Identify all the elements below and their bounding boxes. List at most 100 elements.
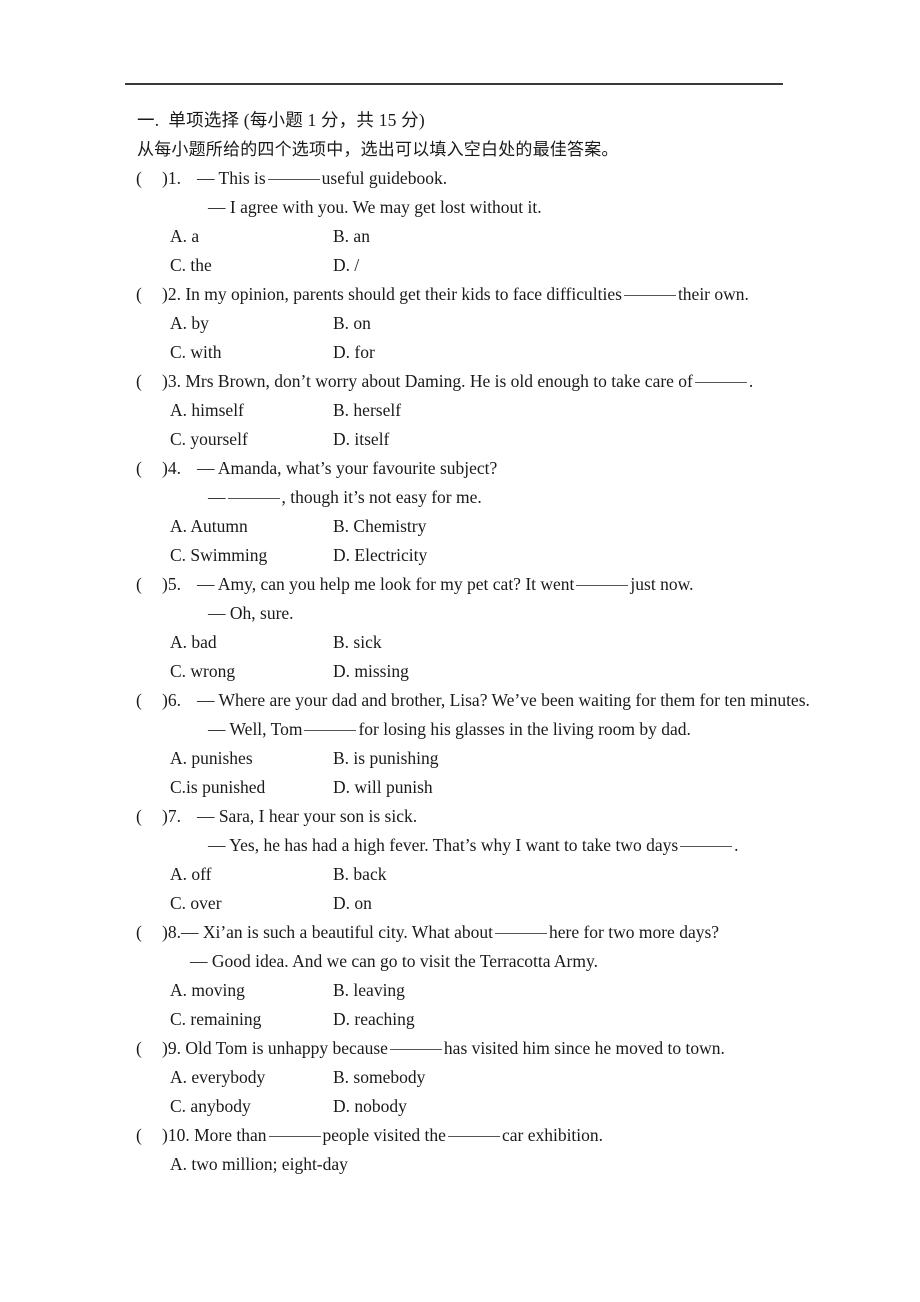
question-3-option-c[interactable]: C. yourself (170, 425, 333, 454)
question-2-option-d[interactable]: D. for (333, 338, 375, 367)
question-9-stem: ()9. Old Tom is unhappy because has visit… (0, 1034, 920, 1063)
question-9-text-before: Old Tom is unhappy because (185, 1038, 388, 1058)
question-4-option-b[interactable]: B. Chemistry (333, 512, 426, 541)
question-6-option-c[interactable]: C.is punished (170, 773, 333, 802)
question-1-option-b[interactable]: B. an (333, 222, 370, 251)
question-3-option-a[interactable]: A. himself (170, 396, 333, 425)
question-8-text-before: — Xi’an is such a beautiful city. What a… (180, 922, 493, 942)
question-2-text-before: In my opinion, parents should get their … (185, 284, 622, 304)
question-3-options-row-2: C. yourself D. itself (0, 425, 920, 454)
question-6-options-row-1: A. punishes B. is punishing (0, 744, 920, 773)
answer-paren-open-7: ( (136, 806, 142, 826)
question-4-number: 4. (167, 458, 181, 478)
question-4-second-before: — (208, 487, 226, 507)
question-9-blank (389, 1049, 442, 1050)
question-8-blank (494, 933, 547, 934)
question-2-stem: ()2. In my opinion, parents should get t… (0, 280, 920, 309)
question-7-option-c[interactable]: C. over (170, 889, 333, 918)
question-10-stem: ()10. More than people visited the car exh… (0, 1121, 920, 1150)
question-2-options-row-2: C. with D. for (0, 338, 920, 367)
header-rule (125, 83, 783, 85)
answer-paren-open-10: ( (136, 1125, 142, 1145)
question-8-option-c[interactable]: C. remaining (170, 1005, 333, 1034)
question-1-text-before: — This is (196, 168, 266, 188)
question-3-option-b[interactable]: B. herself (333, 396, 401, 425)
question-4-second-line: — , though it’s not easy for me. (0, 483, 920, 512)
question-9-option-b[interactable]: B. somebody (333, 1063, 425, 1092)
question-1-option-c[interactable]: C. the (170, 251, 333, 280)
answer-paren-open-9: ( (136, 1038, 142, 1058)
question-6-second-after: for losing his glasses in the living roo… (358, 719, 691, 739)
question-5-stem: ()5. — Amy, can you help me look for my p… (0, 570, 920, 599)
question-3-blank (694, 382, 747, 383)
question-8-option-d[interactable]: D. reaching (333, 1005, 415, 1034)
question-4-blank (227, 498, 280, 499)
question-10-options-row-1: A. two million; eight-day (0, 1150, 920, 1179)
question-8-option-a[interactable]: A. moving (170, 976, 333, 1005)
question-5-option-c[interactable]: C. wrong (170, 657, 333, 686)
question-9-options-row-1: A. everybody B. somebody (0, 1063, 920, 1092)
document-page: 一. 单项选择 (每小题 1 分，共 15 分) 从每小题所给的四个选项中，选出… (0, 0, 920, 1302)
question-7-option-a[interactable]: A. off (170, 860, 333, 889)
question-8-options-row-2: C. remaining D. reaching (0, 1005, 920, 1034)
question-8-options-row-1: A. moving B. leaving (0, 976, 920, 1005)
question-3-option-d[interactable]: D. itself (333, 425, 389, 454)
answer-paren-open-1: ( (136, 168, 142, 188)
question-5-option-a[interactable]: A. bad (170, 628, 333, 657)
question-4-second-after: , though it’s not easy for me. (281, 487, 482, 507)
question-2-option-c[interactable]: C. with (170, 338, 333, 367)
question-5-text-after: just now. (630, 574, 694, 594)
question-9-option-d[interactable]: D. nobody (333, 1092, 407, 1121)
question-1-second-line: — I agree with you. We may get lost with… (208, 197, 542, 217)
question-7-second-after: . (734, 835, 739, 855)
question-9-text-after: has visited him since he moved to town. (443, 1038, 725, 1058)
document-content: 一. 单项选择 (每小题 1 分，共 15 分) 从每小题所给的四个选项中，选出… (0, 106, 920, 1179)
question-1-option-a[interactable]: A. a (170, 222, 333, 251)
question-1-stem: ()1. — This is useful guidebook. (0, 164, 920, 193)
question-5-option-d[interactable]: D. missing (333, 657, 409, 686)
question-5-option-b[interactable]: B. sick (333, 628, 382, 657)
question-2-number: 2. (167, 284, 181, 304)
question-1-option-d[interactable]: D. / (333, 251, 359, 280)
question-10-number: 10. (167, 1125, 190, 1145)
question-4-options-row-2: C. Swimming D. Electricity (0, 541, 920, 570)
question-6-option-d[interactable]: D. will punish (333, 773, 433, 802)
question-4-option-c[interactable]: C. Swimming (170, 541, 333, 570)
question-10-text-middle: people visited the (322, 1125, 446, 1145)
question-7-option-d[interactable]: D. on (333, 889, 372, 918)
question-4-option-a[interactable]: A. Autumn (170, 512, 333, 541)
question-4-options-row-1: A. Autumn B. Chemistry (0, 512, 920, 541)
question-10-option-a[interactable]: A. two million; eight-day (170, 1150, 348, 1179)
question-5-number: 5. (167, 574, 181, 594)
question-9-options-row-2: C. anybody D. nobody (0, 1092, 920, 1121)
question-4-option-d[interactable]: D. Electricity (333, 541, 427, 570)
question-6-option-a[interactable]: A. punishes (170, 744, 333, 773)
question-7-number: 7. (167, 806, 181, 826)
answer-paren-open-3: ( (136, 371, 142, 391)
question-2-option-a[interactable]: A. by (170, 309, 333, 338)
question-2-text-after: their own. (677, 284, 749, 304)
question-6-options-row-2: C.is punished D. will punish (0, 773, 920, 802)
question-3-number: 3. (167, 371, 181, 391)
question-8-number: 8. (167, 922, 181, 942)
question-8-stem: ()8.— Xi’an is such a beautiful city. Wh… (0, 918, 920, 947)
answer-paren-open-2: ( (136, 284, 142, 304)
question-9-option-a[interactable]: A. everybody (170, 1063, 333, 1092)
question-9-option-c[interactable]: C. anybody (170, 1092, 333, 1121)
question-6-blank (304, 730, 357, 731)
question-6-option-b[interactable]: B. is punishing (333, 744, 439, 773)
question-1-text-after: useful guidebook. (321, 168, 448, 188)
question-2-option-b[interactable]: B. on (333, 309, 371, 338)
answer-paren-open-8: ( (136, 922, 142, 942)
question-7-option-b[interactable]: B. back (333, 860, 386, 889)
question-6-stem: ()6. — Where are your dad and brother, Li… (0, 686, 920, 715)
question-3-text-after: . (748, 371, 754, 391)
question-10-blank-1 (268, 1136, 321, 1137)
question-8-option-b[interactable]: B. leaving (333, 976, 405, 1005)
question-7-text: — Sara, I hear your son is sick. (196, 806, 418, 826)
question-1-number: 1. (167, 168, 181, 188)
question-2-blank (623, 295, 676, 296)
question-1-options-row-2: C. the D. / (0, 251, 920, 280)
question-8-text-after: here for two more days? (548, 922, 720, 942)
question-10-text-before: More than (194, 1125, 267, 1145)
